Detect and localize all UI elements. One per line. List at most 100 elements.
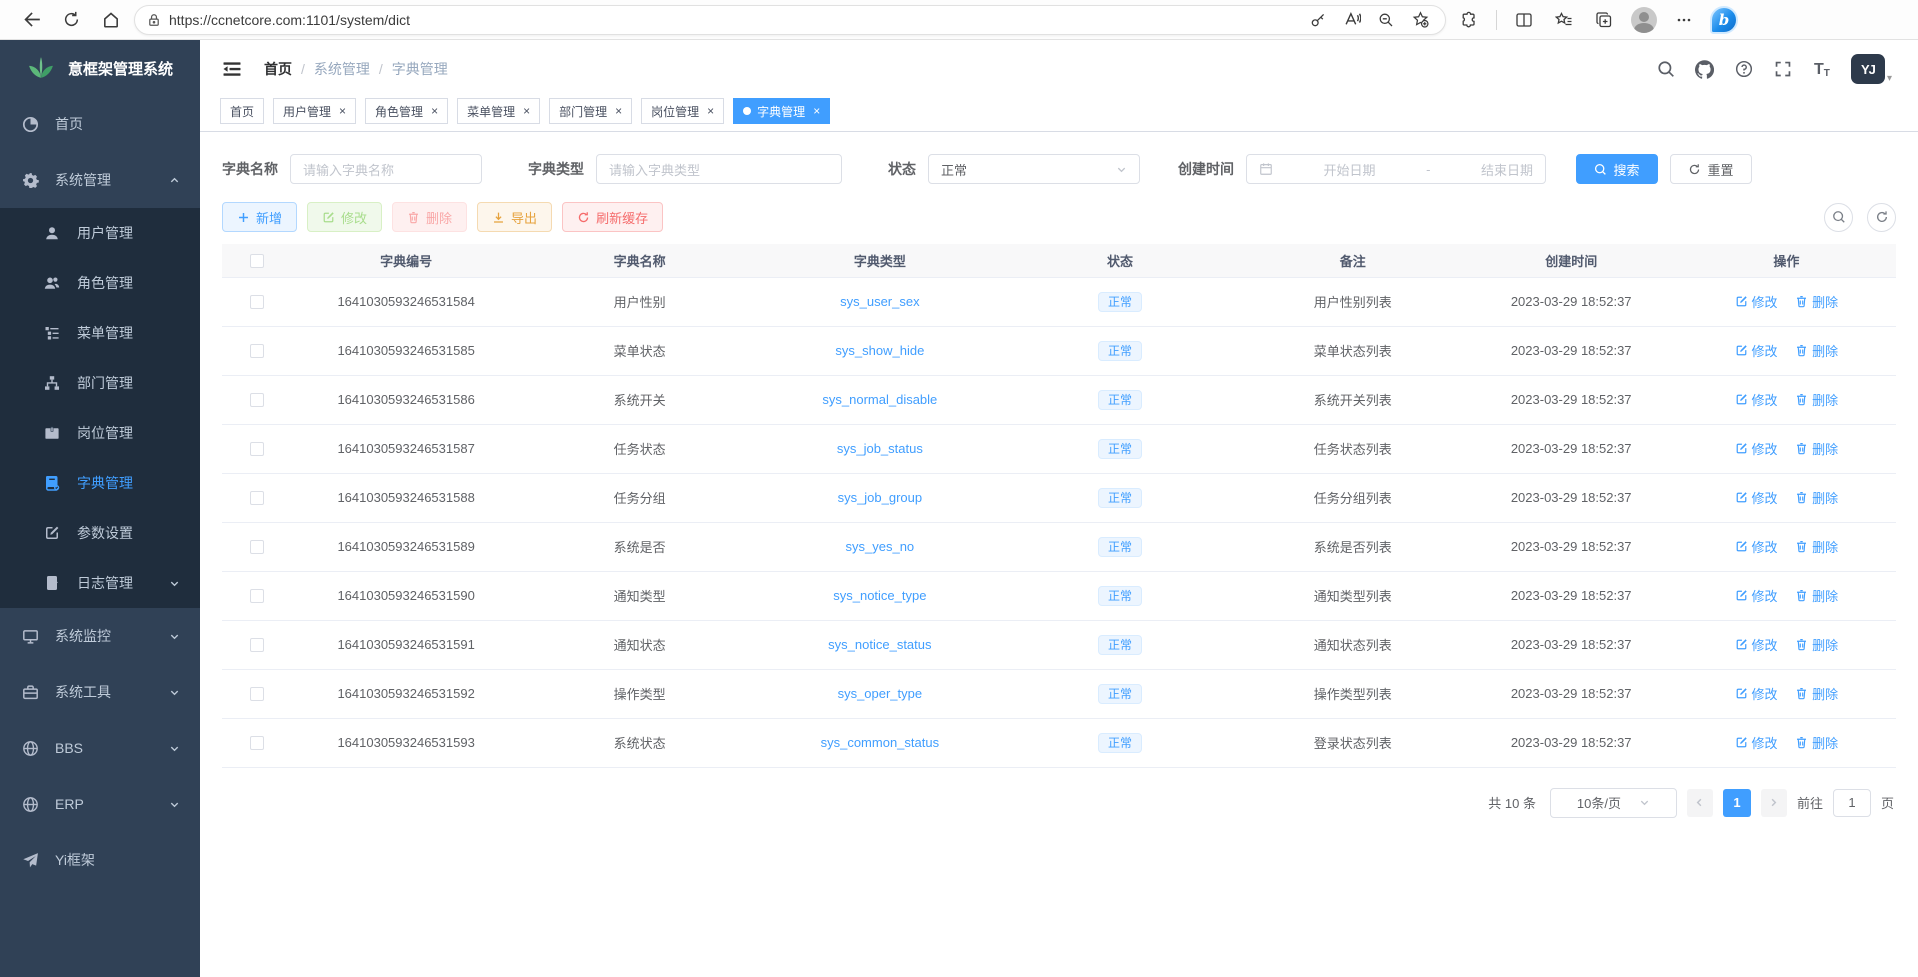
goto-page-input[interactable] xyxy=(1833,789,1871,817)
nav-tab[interactable]: 字典管理 × xyxy=(733,98,830,124)
show-search-toggle-button[interactable] xyxy=(1824,203,1853,232)
row-edit-button[interactable]: 修改 xyxy=(1735,537,1778,556)
row-delete-button[interactable]: 删除 xyxy=(1795,537,1838,556)
dict-type-link[interactable]: sys_user_sex xyxy=(840,294,919,309)
select-all-checkbox[interactable] xyxy=(250,254,264,268)
nav-tab[interactable]: 角色管理 × xyxy=(365,98,448,124)
refresh-cache-button[interactable]: 刷新缓存 xyxy=(562,202,663,232)
tab-close-icon[interactable]: × xyxy=(813,105,820,117)
dict-type-link[interactable]: sys_job_group xyxy=(838,490,923,505)
password-key-icon[interactable] xyxy=(1303,5,1333,35)
nav-tab[interactable]: 部门管理 × xyxy=(549,98,632,124)
bing-copilot-icon[interactable]: b xyxy=(1707,5,1741,35)
row-checkbox[interactable] xyxy=(250,393,264,407)
nav-tab[interactable]: 岗位管理 × xyxy=(641,98,724,124)
row-checkbox[interactable] xyxy=(250,491,264,505)
row-checkbox[interactable] xyxy=(250,687,264,701)
row-edit-button[interactable]: 修改 xyxy=(1735,488,1778,507)
row-checkbox[interactable] xyxy=(250,295,264,309)
github-icon[interactable] xyxy=(1695,59,1715,79)
sidebar-item-home[interactable]: 首页 xyxy=(0,96,200,152)
sidebar-item-yi-framework[interactable]: Yi框架 xyxy=(0,832,200,888)
prev-page-button[interactable] xyxy=(1687,789,1713,817)
browser-home-icon[interactable] xyxy=(94,5,128,35)
dict-type-link[interactable]: sys_job_status xyxy=(837,441,923,456)
help-question-icon[interactable] xyxy=(1734,59,1754,79)
dict-type-link[interactable]: sys_yes_no xyxy=(846,539,915,554)
favorites-add-icon[interactable] xyxy=(1405,5,1435,35)
search-button[interactable]: 搜索 xyxy=(1576,154,1658,184)
row-edit-button[interactable]: 修改 xyxy=(1735,586,1778,605)
sidebar-toggle-icon[interactable] xyxy=(214,51,250,87)
row-checkbox[interactable] xyxy=(250,638,264,652)
delete-button[interactable]: 删除 xyxy=(392,202,467,232)
sidebar-item-system[interactable]: 系统管理 xyxy=(0,152,200,208)
tab-close-icon[interactable]: × xyxy=(431,105,438,117)
sidebar-item-param-settings[interactable]: 参数设置 xyxy=(0,508,200,558)
row-delete-button[interactable]: 删除 xyxy=(1795,635,1838,654)
sidebar-item-post-mgmt[interactable]: 岗位管理 xyxy=(0,408,200,458)
nav-tab[interactable]: 菜单管理 × xyxy=(457,98,540,124)
lock-icon[interactable] xyxy=(147,13,161,27)
row-edit-button[interactable]: 修改 xyxy=(1735,733,1778,752)
dict-type-link[interactable]: sys_oper_type xyxy=(838,686,923,701)
dict-type-link[interactable]: sys_normal_disable xyxy=(822,392,937,407)
extensions-icon[interactable] xyxy=(1452,5,1486,35)
tab-close-icon[interactable]: × xyxy=(523,105,530,117)
row-checkbox[interactable] xyxy=(250,589,264,603)
dict-type-link[interactable]: sys_notice_status xyxy=(828,637,931,652)
row-checkbox[interactable] xyxy=(250,344,264,358)
address-bar[interactable]: https://ccnetcore.com:1101/system/dict xyxy=(134,5,1446,35)
row-delete-button[interactable]: 删除 xyxy=(1795,488,1838,507)
sidebar-item-log-mgmt[interactable]: 日志管理 xyxy=(0,558,200,608)
row-edit-button[interactable]: 修改 xyxy=(1735,635,1778,654)
tab-close-icon[interactable]: × xyxy=(339,105,346,117)
refresh-table-button[interactable] xyxy=(1867,203,1896,232)
browser-menu-icon[interactable] xyxy=(1667,5,1701,35)
tab-close-icon[interactable]: × xyxy=(707,105,714,117)
sidebar-item-menu-mgmt[interactable]: 菜单管理 xyxy=(0,308,200,358)
sidebar-item-erp[interactable]: ERP xyxy=(0,776,200,832)
row-delete-button[interactable]: 删除 xyxy=(1795,390,1838,409)
row-checkbox[interactable] xyxy=(250,540,264,554)
nav-tab[interactable]: 用户管理 × xyxy=(273,98,356,124)
read-aloud-icon[interactable] xyxy=(1337,5,1367,35)
fullscreen-icon[interactable] xyxy=(1773,59,1793,79)
breadcrumb-home[interactable]: 首页 xyxy=(264,59,292,79)
tab-close-icon[interactable]: × xyxy=(615,105,622,117)
profile-avatar[interactable] xyxy=(1627,5,1661,35)
sidebar-item-tools[interactable]: 系统工具 xyxy=(0,664,200,720)
row-delete-button[interactable]: 删除 xyxy=(1795,341,1838,360)
next-page-button[interactable] xyxy=(1761,789,1787,817)
row-edit-button[interactable]: 修改 xyxy=(1735,439,1778,458)
browser-refresh-icon[interactable] xyxy=(54,5,88,35)
dict-type-link[interactable]: sys_common_status xyxy=(821,735,940,750)
header-search-icon[interactable] xyxy=(1656,59,1676,79)
row-edit-button[interactable]: 修改 xyxy=(1735,341,1778,360)
sidebar-item-monitor[interactable]: 系统监控 xyxy=(0,608,200,664)
status-select[interactable]: 正常 xyxy=(928,154,1140,184)
sidebar-item-user-mgmt[interactable]: 用户管理 xyxy=(0,208,200,258)
row-edit-button[interactable]: 修改 xyxy=(1735,292,1778,311)
tab-collections-icon[interactable] xyxy=(1587,5,1621,35)
app-logo[interactable]: 意框架管理系统 xyxy=(0,40,200,96)
reset-button[interactable]: 重置 xyxy=(1670,154,1752,184)
nav-tab[interactable]: 首页 xyxy=(220,98,264,124)
sidebar-item-role-mgmt[interactable]: 角色管理 xyxy=(0,258,200,308)
font-size-icon[interactable]: TT xyxy=(1812,59,1832,79)
row-delete-button[interactable]: 删除 xyxy=(1795,439,1838,458)
page-number-button[interactable]: 1 xyxy=(1723,789,1751,817)
row-edit-button[interactable]: 修改 xyxy=(1735,684,1778,703)
browser-back-icon[interactable] xyxy=(14,5,48,35)
split-screen-icon[interactable] xyxy=(1507,5,1541,35)
sidebar-item-dept-mgmt[interactable]: 部门管理 xyxy=(0,358,200,408)
dict-name-input[interactable]: 请输入字典名称 xyxy=(290,154,482,184)
row-delete-button[interactable]: 删除 xyxy=(1795,586,1838,605)
dict-type-link[interactable]: sys_show_hide xyxy=(835,343,924,358)
edit-button[interactable]: 修改 xyxy=(307,202,382,232)
breadcrumb-system[interactable]: 系统管理 xyxy=(314,59,370,79)
date-range-picker[interactable]: 开始日期 - 结束日期 xyxy=(1246,154,1546,184)
collections-icon[interactable] xyxy=(1547,5,1581,35)
row-checkbox[interactable] xyxy=(250,736,264,750)
row-delete-button[interactable]: 删除 xyxy=(1795,292,1838,311)
